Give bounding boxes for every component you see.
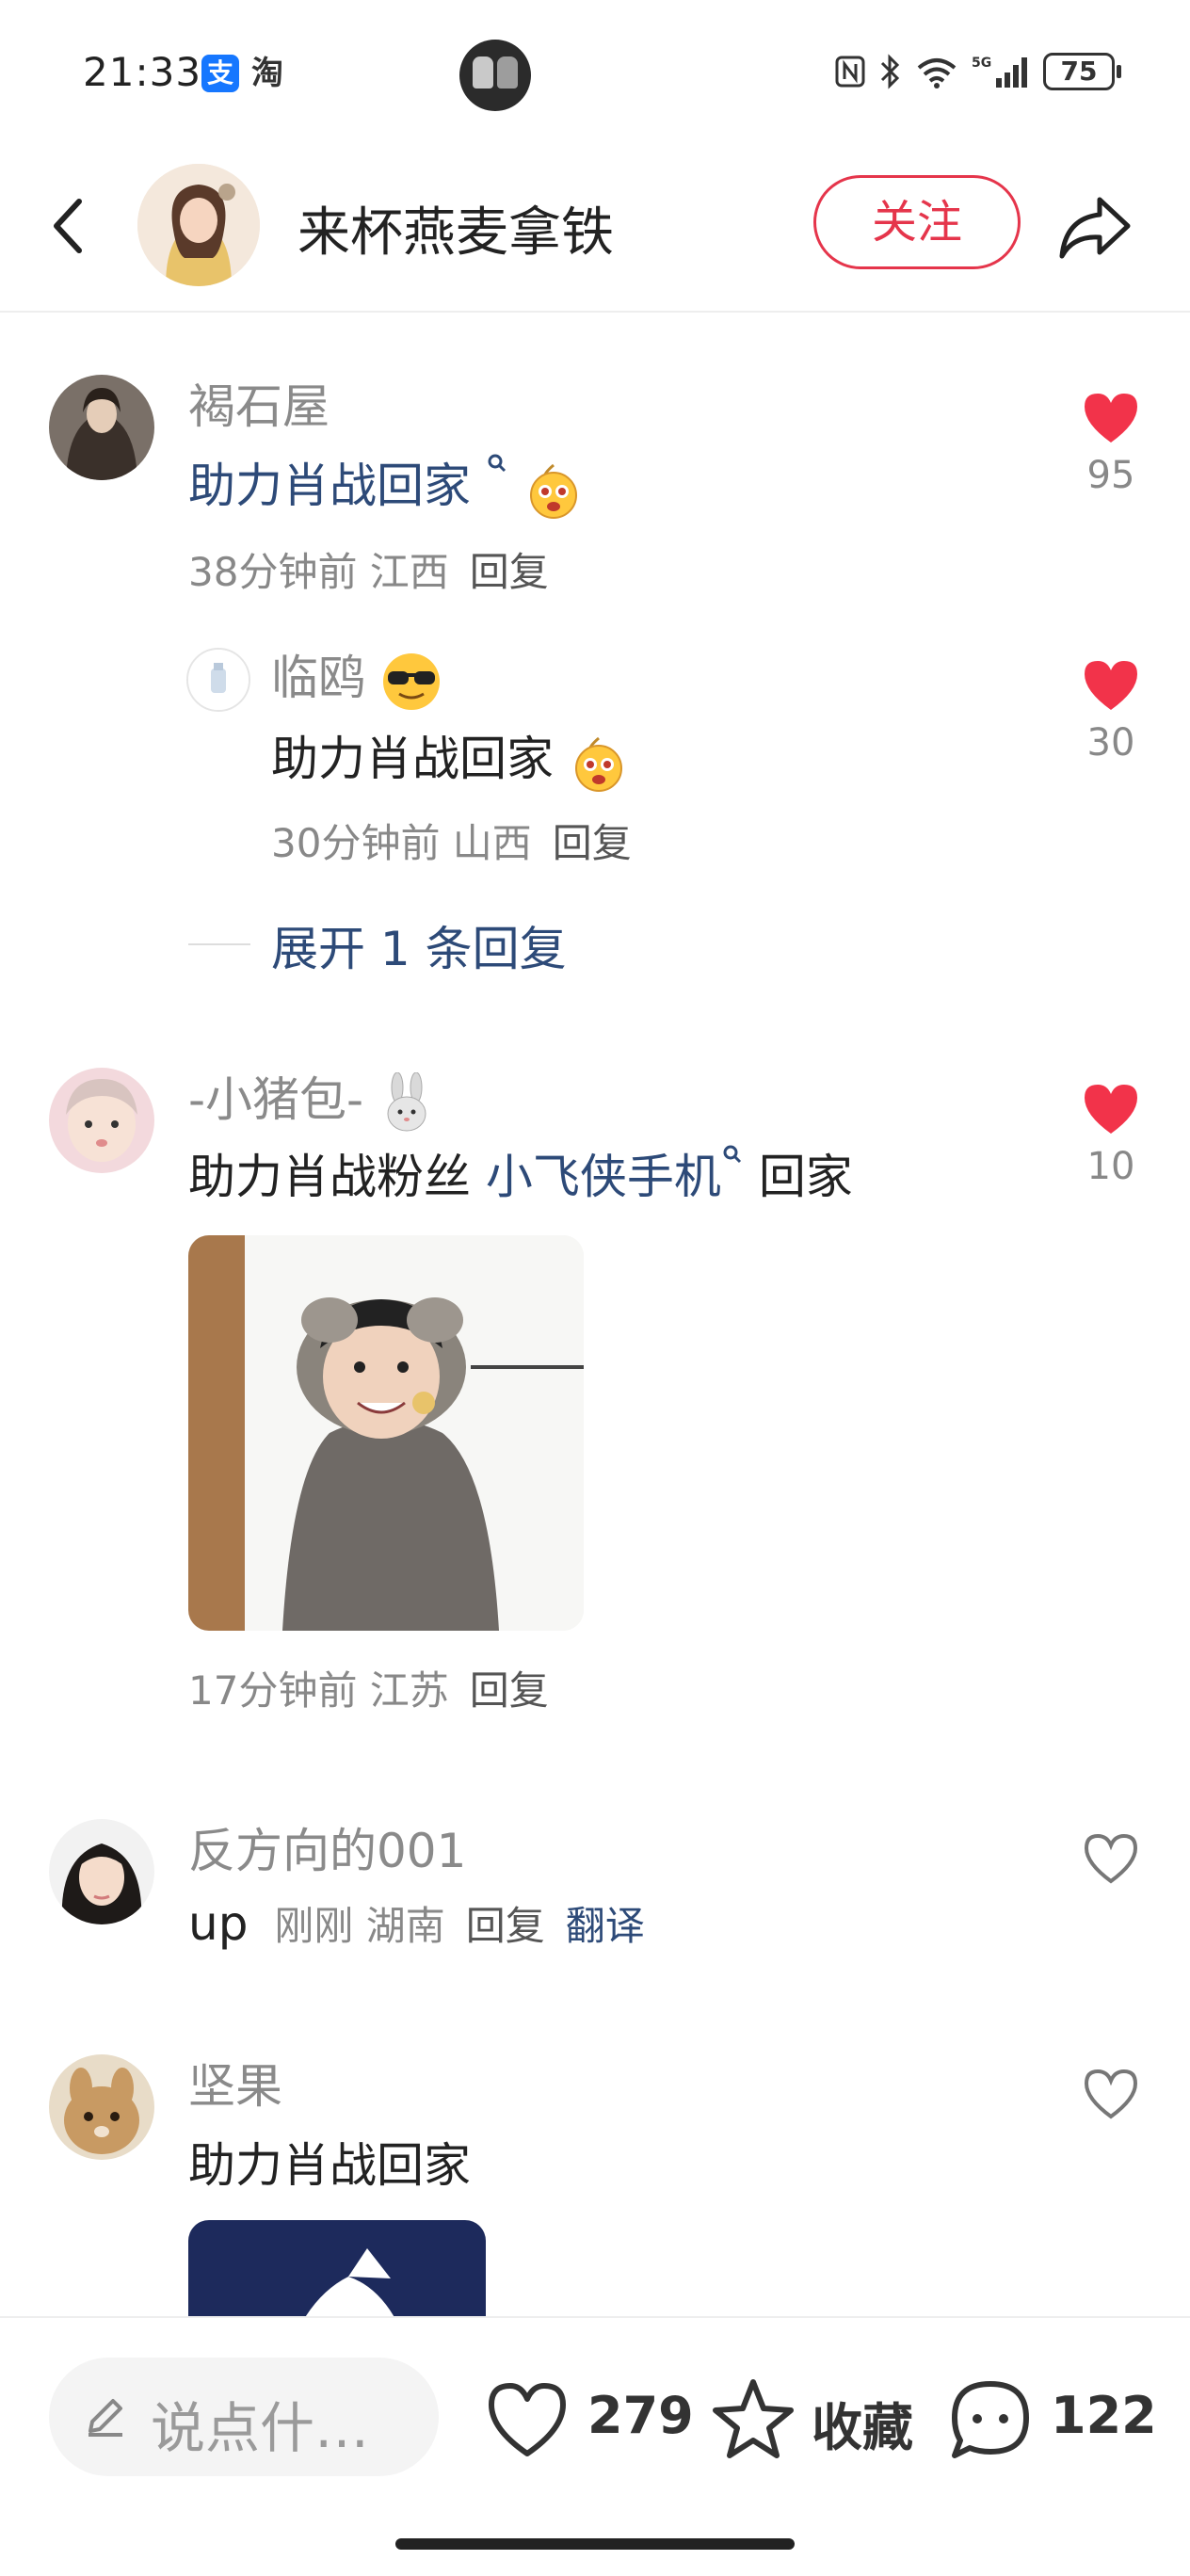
comment-count: 122: [1051, 2386, 1157, 2445]
heart-outline-icon[interactable]: [1081, 1830, 1141, 1885]
comment-time-location: 17分钟前 江苏: [188, 1667, 449, 1714]
heart-filled-icon[interactable]: [1081, 1081, 1141, 1135]
comment-meta: 17分钟前 江苏 回复: [188, 1659, 549, 1716]
heart-filled-icon[interactable]: [1081, 390, 1141, 444]
favorite-label[interactable]: 收藏: [812, 2386, 913, 2460]
commenter-avatar[interactable]: [49, 375, 154, 480]
status-time: 21:33: [83, 49, 202, 95]
comment-text: 助力肖战回家: [188, 2138, 471, 2193]
like-count: 279: [587, 2386, 694, 2445]
comment-text: 助力肖战回家: [271, 721, 629, 793]
comment-meta: 30分钟前 山西 回复: [271, 812, 632, 869]
heart-outline-icon[interactable]: [1081, 2066, 1141, 2120]
comment-image[interactable]: [188, 2220, 486, 2316]
alipay-icon: 支: [201, 55, 239, 92]
translate-button[interactable]: 翻译: [566, 1903, 645, 1949]
comment-time-location: 30分钟前 山西: [271, 820, 532, 866]
comment-text-link[interactable]: 助力肖战回家: [188, 459, 471, 513]
comment-item: 坚果 助力肖战回家: [0, 2049, 1190, 2316]
comment-meta: 刚刚 湖南 回复 翻译: [274, 1903, 644, 1949]
like-count: 10: [1086, 1145, 1135, 1188]
status-icons: 5G 75: [834, 53, 1121, 90]
author-name[interactable]: 来杯燕麦拿铁: [298, 190, 614, 266]
star-icon[interactable]: [708, 2375, 798, 2465]
bottom-action-bar: 说点什… 279 收藏 122: [0, 2316, 1190, 2576]
like-count: 95: [1086, 454, 1135, 497]
comment-meta: 38分钟前 江西 回复: [188, 540, 549, 598]
wifi-icon: [917, 58, 957, 89]
commenter-name[interactable]: 坚果: [188, 2049, 282, 2117]
bluetooth-icon: [880, 54, 900, 89]
like-icon[interactable]: [482, 2375, 572, 2465]
expand-replies-link[interactable]: 展开 1 条回复: [271, 911, 567, 979]
follow-button[interactable]: 关注: [813, 175, 1021, 269]
reply-button[interactable]: 回复: [470, 549, 549, 595]
commenter-name[interactable]: -小猪包-: [188, 1062, 435, 1135]
like-control[interactable]: 30: [1073, 657, 1149, 765]
status-bar: 21:33 支 淘 5G 75: [0, 0, 1190, 151]
author-avatar[interactable]: [137, 164, 260, 286]
rabbit-emoji-icon: [387, 1071, 426, 1131]
comment-text: up 刚刚 湖南 回复 翻译: [188, 1896, 645, 1951]
search-hint-icon: [723, 1145, 741, 1164]
like-control[interactable]: 95: [1073, 390, 1149, 497]
svg-text:5G: 5G: [972, 56, 991, 71]
comment-time-location: 38分钟前 江西: [188, 549, 449, 595]
expand-divider: [188, 943, 250, 945]
commenter-name[interactable]: 褐石屋: [188, 369, 330, 437]
home-indicator[interactable]: [395, 2538, 795, 2550]
commenter-name[interactable]: 反方向的001: [188, 1813, 466, 1881]
comment-input[interactable]: 说点什…: [49, 2358, 439, 2476]
pencil-icon: [88, 2399, 122, 2437]
reply-item: 临鸥 助力肖战回家 30分钟前 山西 回复 30: [0, 640, 1190, 866]
commenter-avatar[interactable]: [49, 1819, 154, 1924]
comment-topic-link[interactable]: 小飞侠手机: [486, 1150, 721, 1204]
battery-indicator: 75: [1043, 53, 1121, 90]
reply-button[interactable]: 回复: [553, 820, 632, 866]
like-control[interactable]: 10: [1073, 1081, 1149, 1188]
reply-button[interactable]: 回复: [466, 1903, 545, 1949]
post-header: 来杯燕麦拿铁 关注: [0, 151, 1190, 313]
commenter-avatar[interactable]: [186, 648, 250, 712]
comment-image[interactable]: [188, 1235, 584, 1631]
like-control[interactable]: [1073, 2066, 1149, 2124]
emoji-icon: [574, 736, 622, 792]
comment-item: 反方向的001 up 刚刚 湖南 回复 翻译: [0, 1813, 1190, 1973]
taobao-icon: 淘: [251, 55, 283, 92]
share-icon[interactable]: [1053, 185, 1135, 267]
comment-text: 助力肖战回家: [188, 448, 584, 520]
emoji-icon: [529, 463, 577, 519]
commenter-name[interactable]: 临鸥: [271, 640, 442, 713]
heart-filled-icon[interactable]: [1081, 657, 1141, 712]
reply-button[interactable]: 回复: [470, 1667, 549, 1714]
comment-input-placeholder: 说点什…: [151, 2396, 370, 2460]
nfc-icon: [835, 56, 865, 88]
search-hint-icon: [488, 454, 506, 473]
like-count: 30: [1086, 721, 1135, 765]
signal-icon: 5G: [972, 56, 1027, 88]
comment-item: -小猪包- 助力肖战粉丝 小飞侠手机 回家 17分钟前 江苏 回复 10: [0, 1060, 1190, 1738]
live-activity-avatar[interactable]: [459, 40, 531, 111]
comment-item: 褐石屋 助力肖战回家 38分钟前 江西 回复 95: [0, 369, 1190, 595]
sunglasses-emoji-icon: [382, 652, 440, 710]
comment-time-location: 刚刚 湖南: [274, 1903, 445, 1949]
like-control[interactable]: [1073, 1830, 1149, 1889]
comment-text: 助力肖战粉丝 小飞侠手机 回家: [188, 1139, 853, 1207]
commenter-avatar[interactable]: [49, 2054, 154, 2160]
commenter-avatar[interactable]: [49, 1068, 154, 1173]
back-arrow-icon[interactable]: [40, 188, 96, 264]
comment-bubble-icon[interactable]: [945, 2375, 1036, 2465]
